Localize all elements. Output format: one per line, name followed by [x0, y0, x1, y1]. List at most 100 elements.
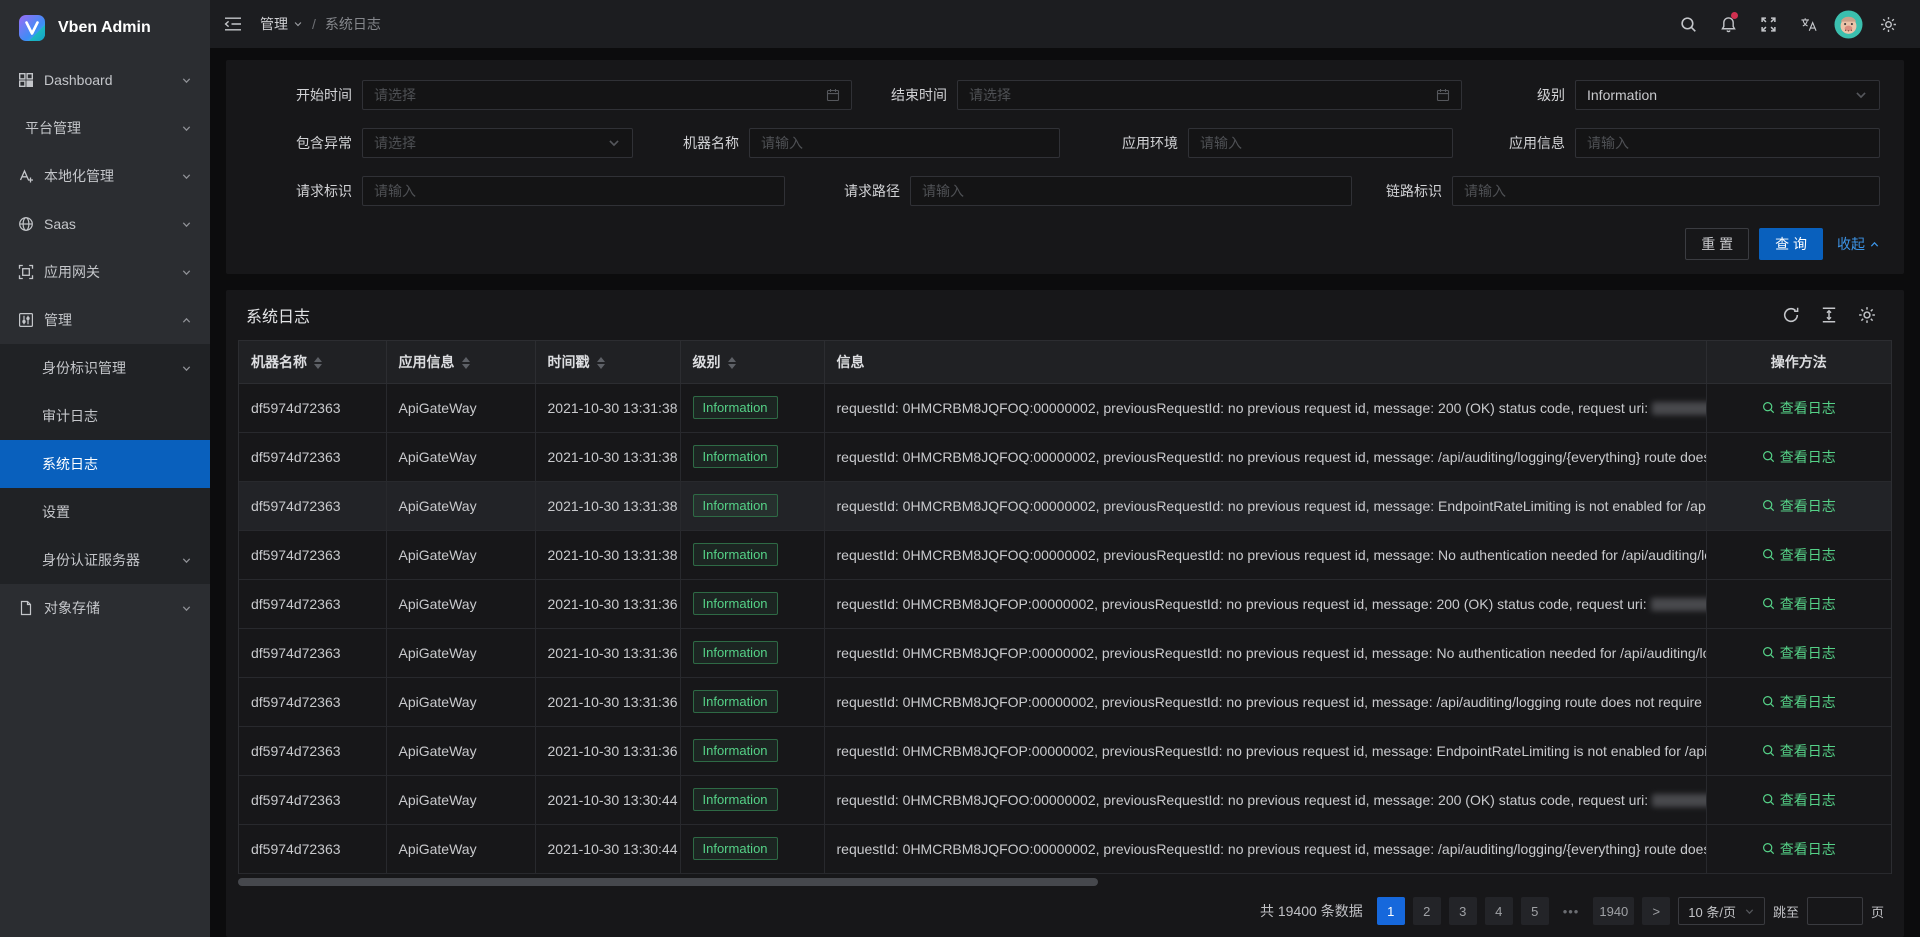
- app-logo[interactable]: Vben Admin: [0, 0, 210, 56]
- collapse-link[interactable]: 收起: [1837, 234, 1880, 254]
- exception-select[interactable]: 请选择: [362, 128, 633, 158]
- sidebar-item-object-storage[interactable]: 对象存储: [0, 584, 210, 632]
- pagination-page-1[interactable]: 1: [1377, 897, 1405, 925]
- env-input[interactable]: [1200, 135, 1441, 151]
- sidebar-item-saas[interactable]: Saas: [0, 200, 210, 248]
- request-id-input[interactable]: [374, 183, 773, 199]
- pagination-page-1940[interactable]: 1940: [1593, 897, 1634, 925]
- reset-button[interactable]: 重 置: [1685, 228, 1749, 260]
- view-log-link[interactable]: 查看日志: [1762, 790, 1836, 810]
- sidebar-item-platform-mgmt[interactable]: 平台管理: [0, 104, 210, 152]
- jump-to-input[interactable]: [1807, 897, 1863, 925]
- column-settings-icon[interactable]: [1858, 306, 1876, 324]
- sidebar-item-auth-server[interactable]: 身份认证服务器: [0, 536, 210, 584]
- sidebar-item-identity-mgmt[interactable]: 身份标识管理: [0, 344, 210, 392]
- view-log-label: 查看日志: [1780, 839, 1836, 859]
- sidebar-item-audit-logs[interactable]: 审计日志: [0, 392, 210, 440]
- pagination-page-4[interactable]: 4: [1485, 897, 1513, 925]
- table-row[interactable]: df5974d72363ApiGateWay2021-10-30 13:30:4…: [239, 775, 1891, 824]
- machine-input[interactable]: [761, 135, 1048, 151]
- table-row[interactable]: df5974d72363ApiGateWay2021-10-30 13:31:3…: [239, 726, 1891, 775]
- table-row[interactable]: df5974d72363ApiGateWay2021-10-30 13:31:3…: [239, 579, 1891, 628]
- trace-id-input[interactable]: [1464, 183, 1868, 199]
- message-text: requestId: 0HMCRBM8JQFOP:00000002, previ…: [837, 743, 1707, 759]
- sidebar-item-app-gateway[interactable]: 应用网关: [0, 248, 210, 296]
- sidebar-item-label: Dashboard: [44, 72, 181, 88]
- filter-actions: 重 置 查 询 收起: [250, 228, 1880, 260]
- machine-input[interactable]: [749, 128, 1060, 158]
- redacted-blur: [1652, 402, 1706, 415]
- request-path-input[interactable]: [910, 176, 1352, 206]
- pagination-page-5[interactable]: 5: [1521, 897, 1549, 925]
- table-row[interactable]: df5974d72363ApiGateWay2021-10-30 13:31:3…: [239, 530, 1891, 579]
- level-select[interactable]: Information: [1575, 80, 1880, 110]
- cell-time: 2021-10-30 13:31:38: [535, 481, 680, 530]
- view-log-link[interactable]: 查看日志: [1762, 594, 1836, 614]
- sidebar-item-localization-mgmt[interactable]: 本地化管理: [0, 152, 210, 200]
- sidebar-item-management[interactable]: 管理: [0, 296, 210, 344]
- column-header-message: 信息: [824, 341, 1706, 383]
- pagination-next-button[interactable]: >: [1642, 897, 1670, 925]
- page-content: 开始时间请选择结束时间请选择级别Information包含异常请选择机器名称应用…: [210, 48, 1920, 937]
- appinfo-input[interactable]: [1587, 135, 1868, 151]
- view-log-link[interactable]: 查看日志: [1762, 692, 1836, 712]
- sidebar-item-label: 身份标识管理: [42, 358, 181, 378]
- search-icon[interactable]: [1668, 0, 1708, 48]
- search-button[interactable]: 查 询: [1759, 228, 1823, 260]
- user-avatar[interactable]: [1828, 0, 1868, 48]
- trace-id-input[interactable]: [1452, 176, 1880, 206]
- notification-icon[interactable]: [1708, 0, 1748, 48]
- refresh-icon[interactable]: [1782, 306, 1800, 324]
- table-row[interactable]: df5974d72363ApiGateWay2021-10-30 13:31:3…: [239, 481, 1891, 530]
- pagination-page-3[interactable]: 3: [1449, 897, 1477, 925]
- view-log-label: 查看日志: [1780, 692, 1836, 712]
- table-row[interactable]: df5974d72363ApiGateWay2021-10-30 13:31:3…: [239, 383, 1891, 432]
- cell-time: 2021-10-30 13:31:36: [535, 726, 680, 775]
- column-header-action: 操作方法: [1706, 341, 1891, 383]
- column-header-time[interactable]: 时间戳: [535, 341, 680, 383]
- magnifier-icon: [1762, 695, 1775, 708]
- menu-fold-icon[interactable]: [224, 16, 242, 32]
- sidebar-item-dashboard[interactable]: Dashboard: [0, 56, 210, 104]
- table-wrapper: 机器名称应用信息时间戳 级别信息操作方法 df5974d72363ApiGateW…: [238, 340, 1892, 874]
- request-id-input[interactable]: [362, 176, 785, 206]
- view-log-link[interactable]: 查看日志: [1762, 496, 1836, 516]
- view-log-link[interactable]: 查看日志: [1762, 839, 1836, 859]
- table-row[interactable]: df5974d72363ApiGateWay2021-10-30 13:30:4…: [239, 824, 1891, 873]
- locale-icon[interactable]: [1788, 0, 1828, 48]
- start-time-date[interactable]: 请选择: [362, 80, 852, 110]
- view-log-link[interactable]: 查看日志: [1762, 545, 1836, 565]
- table-row[interactable]: df5974d72363ApiGateWay2021-10-30 13:31:3…: [239, 628, 1891, 677]
- end-time-date[interactable]: 请选择: [957, 80, 1462, 110]
- fullscreen-icon[interactable]: [1748, 0, 1788, 48]
- view-log-link[interactable]: 查看日志: [1762, 447, 1836, 467]
- sidebar-item-label: 身份认证服务器: [42, 550, 181, 570]
- chevron-up-icon: [181, 315, 192, 326]
- magnifier-icon: [1762, 646, 1775, 659]
- page-size-select[interactable]: 10 条/页: [1678, 897, 1765, 925]
- view-log-link[interactable]: 查看日志: [1762, 741, 1836, 761]
- breadcrumb-item-management[interactable]: 管理: [260, 14, 303, 34]
- cell-machine: df5974d72363: [239, 530, 386, 579]
- column-header-level[interactable]: 级别: [680, 341, 824, 383]
- calendar-icon: [1436, 88, 1450, 102]
- sidebar-item-settings[interactable]: 设置: [0, 488, 210, 536]
- view-log-link[interactable]: 查看日志: [1762, 398, 1836, 418]
- scrollbar-thumb[interactable]: [238, 878, 1098, 886]
- column-header-app[interactable]: 应用信息: [386, 341, 535, 383]
- appinfo-input[interactable]: [1575, 128, 1880, 158]
- sidebar-item-system-logs[interactable]: 系统日志: [0, 440, 210, 488]
- sidebar-item-label: 平台管理: [25, 118, 181, 138]
- settings-icon[interactable]: [1868, 0, 1908, 48]
- row-height-icon[interactable]: [1820, 306, 1838, 324]
- table-row[interactable]: df5974d72363ApiGateWay2021-10-30 13:31:3…: [239, 677, 1891, 726]
- env-input[interactable]: [1188, 128, 1453, 158]
- request-path-input[interactable]: [922, 183, 1340, 199]
- level-badge: Information: [693, 445, 778, 468]
- pagination-page-2[interactable]: 2: [1413, 897, 1441, 925]
- table-row[interactable]: df5974d72363ApiGateWay2021-10-30 13:31:3…: [239, 432, 1891, 481]
- view-log-link[interactable]: 查看日志: [1762, 643, 1836, 663]
- column-header-machine[interactable]: 机器名称: [239, 341, 386, 383]
- column-header-label: 时间戳: [548, 354, 590, 370]
- filter-fields: 开始时间请选择结束时间请选择级别Information包含异常请选择机器名称应用…: [250, 80, 1880, 206]
